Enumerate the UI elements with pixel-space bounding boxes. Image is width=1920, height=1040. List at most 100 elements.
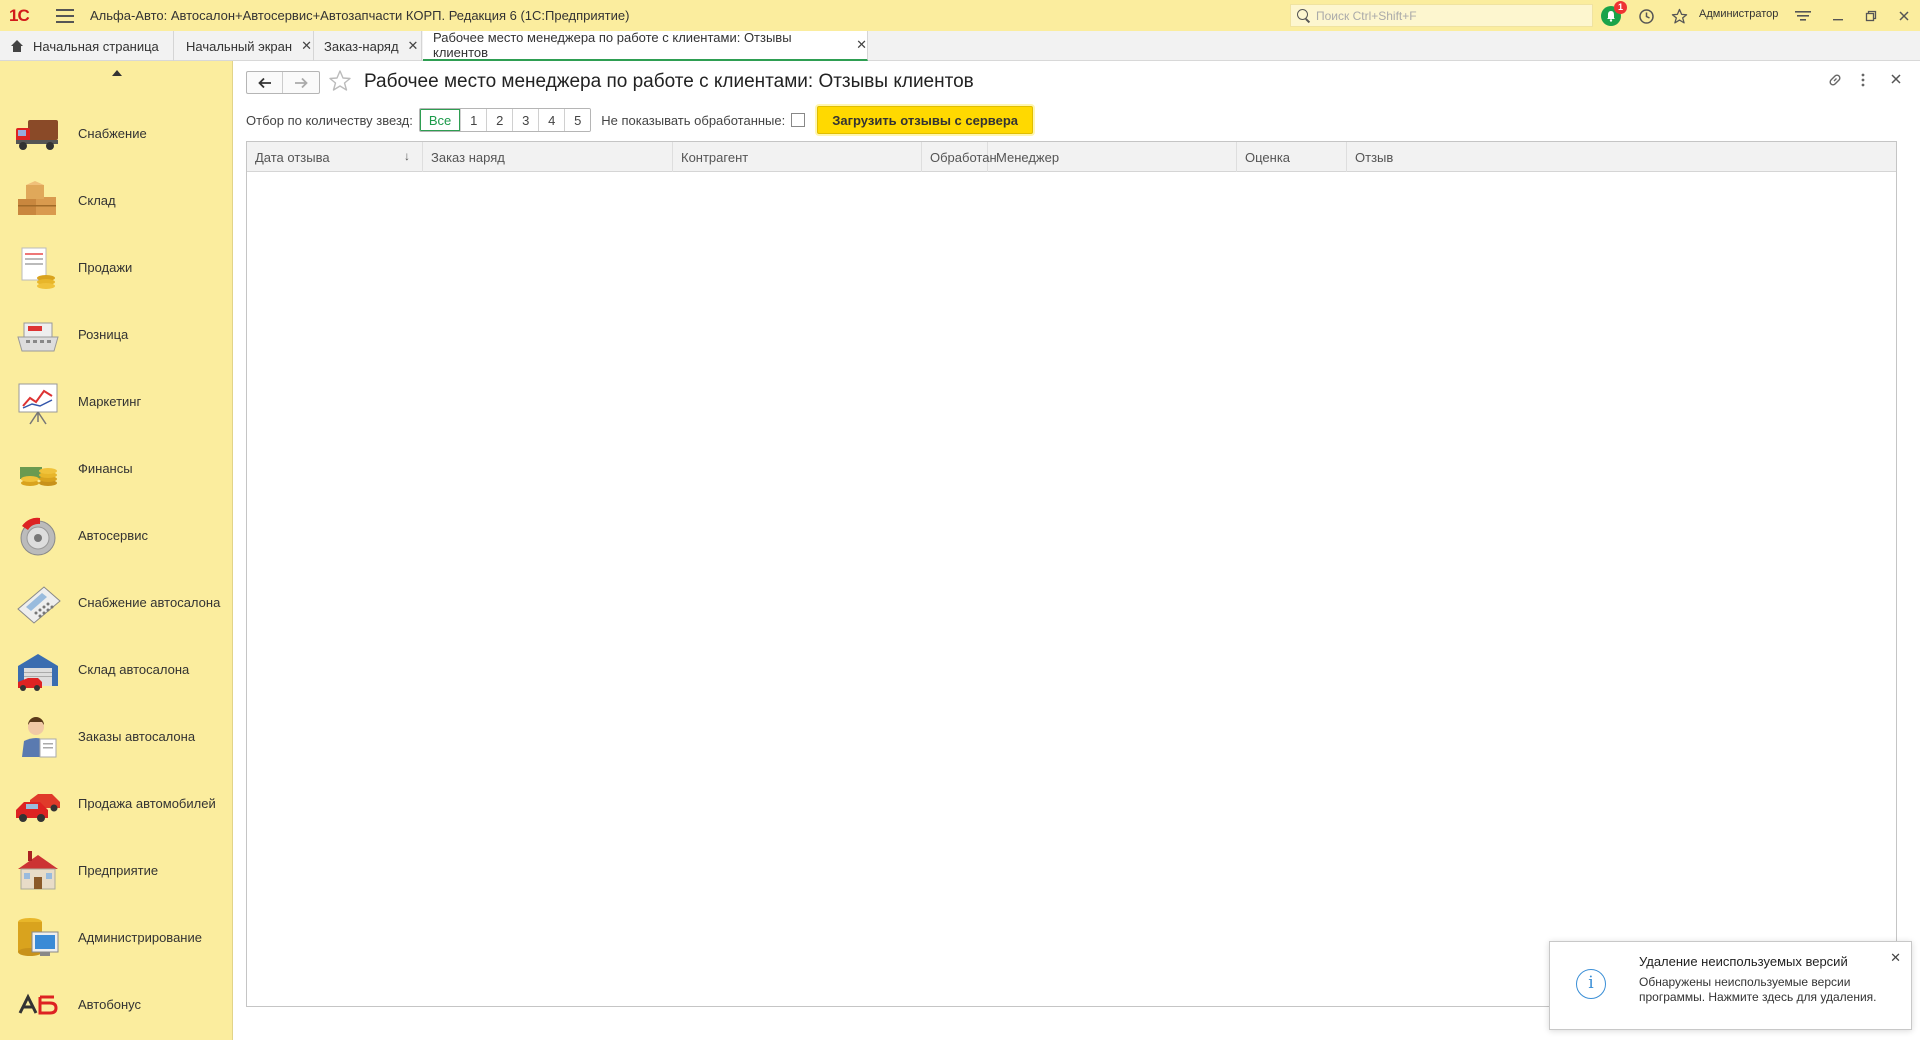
tab-home[interactable]: Начальная страница [0, 31, 174, 61]
back-arrow-icon[interactable] [247, 72, 284, 93]
stars-filter-3-button[interactable]: 3 [512, 109, 539, 131]
close-tab-icon[interactable]: ✕ [301, 38, 312, 54]
truck-icon [14, 110, 62, 158]
load-reviews-button[interactable]: Загрузить отзывы с сервера [817, 106, 1034, 134]
column-header-label: Заказ наряд [431, 149, 505, 165]
more-actions-icon[interactable] [1860, 72, 1866, 91]
notifications-button[interactable]: 1 [1600, 1, 1627, 27]
sidebar-item-enterprise[interactable]: Предприятие [0, 837, 233, 904]
history-icon[interactable] [1635, 5, 1657, 27]
navigation-buttons [246, 71, 320, 94]
column-header-review-date[interactable]: Дата отзыва ↓ [247, 142, 423, 172]
autobonus-icon [14, 981, 62, 1029]
sidebar-item-salon-orders[interactable]: Заказы автосалона [0, 703, 233, 770]
user-name[interactable]: Администратор [1699, 8, 1778, 20]
tab-label: Начальный экран [186, 38, 293, 54]
column-header-label: Отзыв [1355, 149, 1394, 165]
notification-count-badge: 1 [1614, 1, 1627, 14]
tab-start-screen[interactable]: Начальный экран ✕ [174, 31, 314, 61]
column-header-manager[interactable]: Менеджер [988, 142, 1237, 172]
link-icon[interactable] [1827, 72, 1843, 91]
minimize-icon[interactable] [1827, 5, 1849, 27]
close-tab-icon[interactable]: ✕ [408, 38, 419, 54]
tab-work-order[interactable]: Заказ-наряд ✕ [314, 31, 422, 61]
info-icon: i [1576, 969, 1606, 999]
stars-filter-1-button[interactable]: 1 [460, 109, 487, 131]
close-toast-icon[interactable]: ✕ [1890, 950, 1901, 966]
tabs-bar: Начальная страница Начальный экран ✕ Зак… [0, 30, 1920, 61]
column-header-processed[interactable]: Обработан [922, 142, 997, 172]
column-header-rating[interactable]: Оценка [1237, 142, 1347, 172]
sidebar-item-administration[interactable]: Администрирование [0, 904, 233, 971]
sort-down-arrow-icon[interactable]: ↓ [404, 149, 410, 163]
scroll-up-icon[interactable] [0, 61, 233, 84]
sections-sidebar: Снабжение Склад Продажи Розница Маркетин… [0, 61, 233, 1040]
sidebar-item-car-sales[interactable]: Продажа автомобилей [0, 770, 233, 837]
sidebar-item-label: Администрирование [78, 930, 202, 945]
sidebar-item-autoservice[interactable]: Автосервис [0, 502, 233, 569]
favorites-star-icon[interactable] [1668, 5, 1690, 27]
restore-icon[interactable] [1860, 5, 1882, 27]
column-header-counterparty[interactable]: Контрагент [673, 142, 922, 172]
sidebar-item-label: Продажи [78, 260, 133, 275]
boxes-icon [14, 177, 62, 225]
stars-filter-5-button[interactable]: 5 [564, 109, 591, 131]
close-form-icon[interactable] [1890, 72, 1902, 89]
sidebar-item-warehouse[interactable]: Склад [0, 167, 233, 234]
column-header-work-order[interactable]: Заказ наряд [423, 142, 673, 172]
filter-row: Отбор по количеству звезд: Все 1 2 3 4 5… [246, 105, 1034, 135]
toast-title: Удаление неиспользуемых версий [1639, 954, 1848, 969]
forward-arrow-icon[interactable] [283, 72, 319, 93]
toast-message: Обнаружены неиспользуемые версии програм… [1639, 975, 1877, 1004]
close-tab-icon[interactable]: ✕ [856, 37, 867, 53]
hide-processed-checkbox[interactable] [791, 113, 806, 127]
settings-menu-icon[interactable] [1792, 5, 1814, 27]
sidebar-item-marketing[interactable]: Маркетинг [0, 368, 233, 435]
tab-customer-reviews[interactable]: Рабочее место менеджера по работе с клие… [423, 30, 868, 61]
sidebar-item-retail[interactable]: Розница [0, 301, 233, 368]
close-window-icon[interactable] [1893, 5, 1915, 27]
main-menu-icon[interactable] [56, 8, 74, 23]
app-title: Альфа-Авто: Автосалон+Автосервис+Автозап… [90, 8, 630, 23]
stars-filter-4-button[interactable]: 4 [538, 109, 565, 131]
sidebar-item-finance[interactable]: Финансы [0, 435, 233, 502]
sidebar-item-label: Склад [78, 193, 116, 208]
sidebar-item-label: Автосервис [78, 528, 148, 543]
1c-logo-icon: 1С [9, 5, 30, 25]
column-header-label: Дата отзыва [255, 149, 330, 165]
hide-processed-label: Не показывать обработанные: [601, 112, 786, 128]
sidebar-item-autobonus[interactable]: Автобонус [0, 971, 233, 1038]
main-content: Рабочее место менеджера по работе с клие… [234, 61, 1920, 1040]
stars-filter-all-button[interactable]: Все [419, 109, 461, 131]
search-input[interactable] [1316, 8, 1576, 23]
table-header: Дата отзыва ↓ Заказ наряд Контрагент Обр… [247, 142, 1896, 172]
calculator-icon [14, 579, 62, 627]
tab-label: Рабочее место менеджера по работе с клие… [433, 30, 792, 60]
sidebar-item-label: Снабжение [78, 126, 147, 141]
page-title: Рабочее место менеджера по работе с клие… [364, 71, 974, 92]
sidebar-item-supply[interactable]: Снабжение [0, 100, 233, 167]
building-icon [14, 847, 62, 895]
column-header-label: Обработан [930, 149, 997, 165]
title-bar: 1С Альфа-Авто: Автосалон+Автосервис+Авто… [0, 0, 1920, 31]
sidebar-item-salon-supply[interactable]: Снабжение автосалона [0, 569, 233, 636]
column-header-label: Оценка [1245, 149, 1291, 165]
tab-label: Заказ-наряд [324, 38, 399, 54]
computer-icon [14, 914, 62, 962]
add-to-favorites-star-icon[interactable] [328, 69, 352, 99]
brake-disc-icon [14, 512, 62, 560]
notification-toast[interactable]: i Удаление неиспользуемых версий Обнаруж… [1549, 941, 1912, 1030]
global-search[interactable] [1290, 4, 1593, 27]
sidebar-item-sales[interactable]: Продажи [0, 234, 233, 301]
garage-icon [14, 646, 62, 694]
reviews-table[interactable]: Дата отзыва ↓ Заказ наряд Контрагент Обр… [246, 141, 1897, 1007]
sidebar-item-salon-warehouse[interactable]: Склад автосалона [0, 636, 233, 703]
sidebar-item-label: Склад автосалона [78, 662, 190, 677]
cars-icon [14, 780, 62, 828]
manager-icon [14, 713, 62, 761]
tab-label: Начальная страница [33, 38, 159, 54]
column-header-label: Контрагент [681, 149, 749, 165]
sidebar-item-label: Предприятие [78, 863, 159, 878]
column-header-review[interactable]: Отзыв [1347, 142, 1896, 172]
stars-filter-2-button[interactable]: 2 [486, 109, 513, 131]
